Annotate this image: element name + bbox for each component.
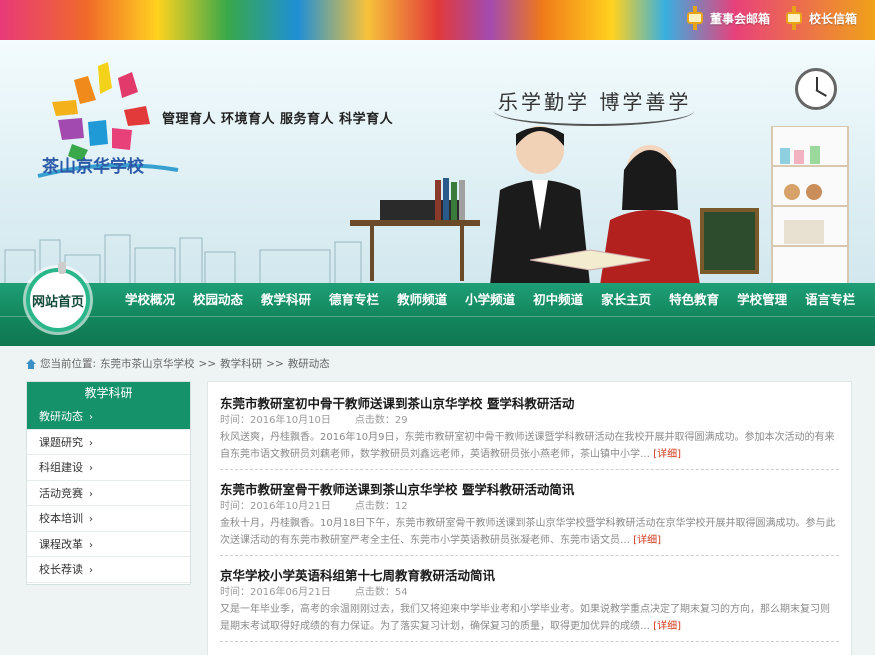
nav-item[interactable]: 教学科研 (252, 293, 320, 307)
nav-item[interactable]: 校园动态 (184, 293, 252, 307)
sidebar-item[interactable]: 课程改革 › (27, 532, 190, 557)
nav-item[interactable]: 特色教育 (660, 293, 728, 307)
divider (220, 641, 839, 642)
home-icon (26, 358, 36, 369)
home-nav-button[interactable]: 网站首页 (26, 262, 90, 332)
divider (220, 469, 839, 470)
article-clicks: 54 (394, 587, 408, 598)
divider (220, 555, 839, 556)
chevron-right-icon: › (89, 488, 93, 500)
chevron-right-icon: › (89, 539, 93, 551)
sidebar-item-label: 校长荐读 (39, 563, 83, 576)
sidebar-item[interactable]: 教研动态 › (27, 404, 190, 430)
principal-mailbox-label: 校长信箱 (808, 11, 857, 26)
article-title[interactable]: 东莞市教研室骨干教师送课到茶山京华学校 暨学科教研活动简讯 (220, 482, 839, 498)
sidebar: 教学科研 教研动态 › 课题研究 › 科组建设 › 活动竞赛 › 校本培训 › 课程改革 ›… (26, 381, 191, 585)
calligraphy-motto: 乐学勤学 博学善学 (498, 90, 692, 114)
article-item: 京华学校小学英语科组第十七周教育教研活动简讯 时间：2016年06月21日 点击数… (220, 568, 839, 635)
nav-item[interactable]: 家长主页 (592, 293, 660, 307)
mailbox-icon (685, 6, 705, 30)
article-meta: 时间：2016年06月21日 点击数：54 (220, 586, 839, 600)
home-nav-label: 网站首页 (31, 294, 84, 310)
breadcrumb-current[interactable]: 教研动态 (288, 356, 330, 371)
article-clicks-label: 点击数： (354, 587, 395, 598)
article-time: 2016年10月10日 (250, 415, 331, 426)
clock-icon (795, 68, 837, 110)
sidebar-item[interactable]: 校本培训 › (27, 506, 190, 532)
article-title[interactable]: 京华学校小学英语科组第十七周教育教研活动简讯 (220, 568, 839, 584)
article-meta: 时间：2016年10月10日 点击数：29 (220, 414, 839, 428)
sidebar-item-label: 课程改革 (39, 537, 83, 551)
board-mailbox-label: 董事会邮箱 (709, 11, 770, 26)
nav-item[interactable]: 学校概况 (116, 293, 184, 307)
article-list: 东莞市教研室初中骨干教师送课到茶山京华学校 暨学科教研活动 时间：2016年10… (207, 381, 852, 655)
article-more-link[interactable]: [详细] (653, 621, 681, 632)
sidebar-item[interactable]: 校长荐读 › (27, 557, 190, 583)
article-title[interactable]: 东莞市教研室初中骨干教师送课到茶山京华学校 暨学科教研活动 (220, 396, 839, 412)
breadcrumb-prefix: 您当前位置: (40, 358, 97, 370)
breadcrumb-separator: >> (198, 357, 217, 370)
chevron-right-icon: › (89, 437, 93, 449)
sidebar-item[interactable]: 课题研究 › (27, 430, 190, 455)
chevron-right-icon: › (89, 463, 93, 474)
article-summary: 金秋十月，丹桂飘香。10月18日下午，东莞市教研室骨干教师送课到茶山京华学校暨学… (220, 515, 839, 549)
board-mailbox-link[interactable]: 董事会邮箱 (685, 6, 770, 30)
article-summary-text: 金秋十月，丹桂飘香。10月18日下午，东莞市教研室骨干教师送课到茶山京华学校暨学… (220, 518, 836, 546)
sidebar-item[interactable]: 活动竞赛 › (27, 481, 190, 506)
nav-item[interactable]: 学校管理 (728, 293, 796, 307)
students-illustration (350, 126, 759, 285)
top-links: 董事会邮箱 校长信箱 (685, 6, 857, 30)
article-clicks-label: 点击数： (354, 415, 395, 426)
nav-item[interactable]: 德育专栏 (320, 293, 388, 307)
breadcrumb-separator: >> (266, 357, 284, 370)
chevron-right-icon: › (89, 412, 93, 423)
breadcrumb-link[interactable]: 教学科研 (220, 356, 262, 371)
article-time-label: 时间： (220, 415, 250, 426)
chevron-right-icon: › (89, 514, 93, 525)
nav-item[interactable]: 教师频道 (388, 293, 456, 307)
sidebar-item[interactable]: 科组建设 › (27, 455, 190, 481)
article-item: 东莞市教研室骨干教师送课到茶山京华学校 暨学科教研活动简讯 时间：2016年10… (220, 482, 839, 549)
principal-mailbox-link[interactable]: 校长信箱 (784, 6, 857, 30)
sidebar-item-label: 活动竞赛 (39, 486, 83, 500)
article-meta: 时间：2016年10月21日 点击数：12 (220, 500, 839, 514)
article-clicks: 29 (394, 415, 408, 426)
sidebar-item-label: 科组建设 (39, 461, 83, 474)
article-more-link[interactable]: [详细] (653, 449, 681, 460)
sidebar-item-label: 教研动态 (39, 410, 83, 423)
sidebar-item-label: 课题研究 (39, 435, 83, 449)
chevron-right-icon: › (89, 565, 93, 576)
top-banner-strip: 董事会邮箱 校长信箱 (0, 0, 875, 40)
sidebar-title: 教学科研 (27, 382, 190, 404)
article-time-label: 时间： (220, 587, 250, 598)
article-more-link[interactable]: [详细] (633, 535, 661, 546)
nav-item[interactable]: 小学频道 (456, 293, 524, 307)
sidebar-item-label: 校本培训 (39, 512, 83, 525)
site-header: 茶山京华学校 管理育人 环境育人 服务育人 科学育人 乐学勤学 博学善学 (0, 40, 875, 285)
article-summary: 又是一年毕业季，高考的余温刚刚过去，我们又将迎来中学毕业考和小学毕业考。如果说教… (220, 601, 839, 635)
breadcrumb-link[interactable]: 东莞市茶山京华学校 (100, 356, 195, 371)
article-item: 东莞市教研室初中骨干教师送课到茶山京华学校 暨学科教研活动 时间：2016年10… (220, 396, 839, 463)
article-summary-text: 秋风送爽，丹桂飘香。2016年10月9日，东莞市教研室初中骨干教师送课暨学科教研… (220, 432, 835, 460)
article-clicks: 12 (394, 501, 408, 512)
nav-item[interactable]: 初中频道 (524, 293, 592, 307)
bookshelf-illustration (771, 126, 849, 285)
nav-menu: 学校概况 校园动态 教学科研 德育专栏 教师频道 小学频道 初中频道 家长主页 … (116, 293, 864, 307)
article-time: 2016年10月21日 (250, 501, 331, 512)
nav-item[interactable]: 语言专栏 (796, 293, 864, 307)
article-summary: 秋风送爽，丹桂飘香。2016年10月9日，东莞市教研室初中骨干教师送课暨学科教研… (220, 429, 839, 463)
pin-icon (58, 262, 66, 274)
article-summary-text: 又是一年毕业季，高考的余温刚刚过去，我们又将迎来中学毕业考和小学毕业考。如果说教… (220, 604, 830, 632)
school-name: 茶山京华学校 (42, 157, 144, 177)
article-time: 2016年06月21日 (250, 587, 331, 598)
mailbox-icon (784, 6, 804, 30)
breadcrumb: 您当前位置: 东莞市茶山京华学校 >> 教学科研 >> 教研动态 (26, 356, 330, 371)
article-clicks-label: 点击数： (354, 501, 395, 512)
article-time-label: 时间： (220, 501, 250, 512)
